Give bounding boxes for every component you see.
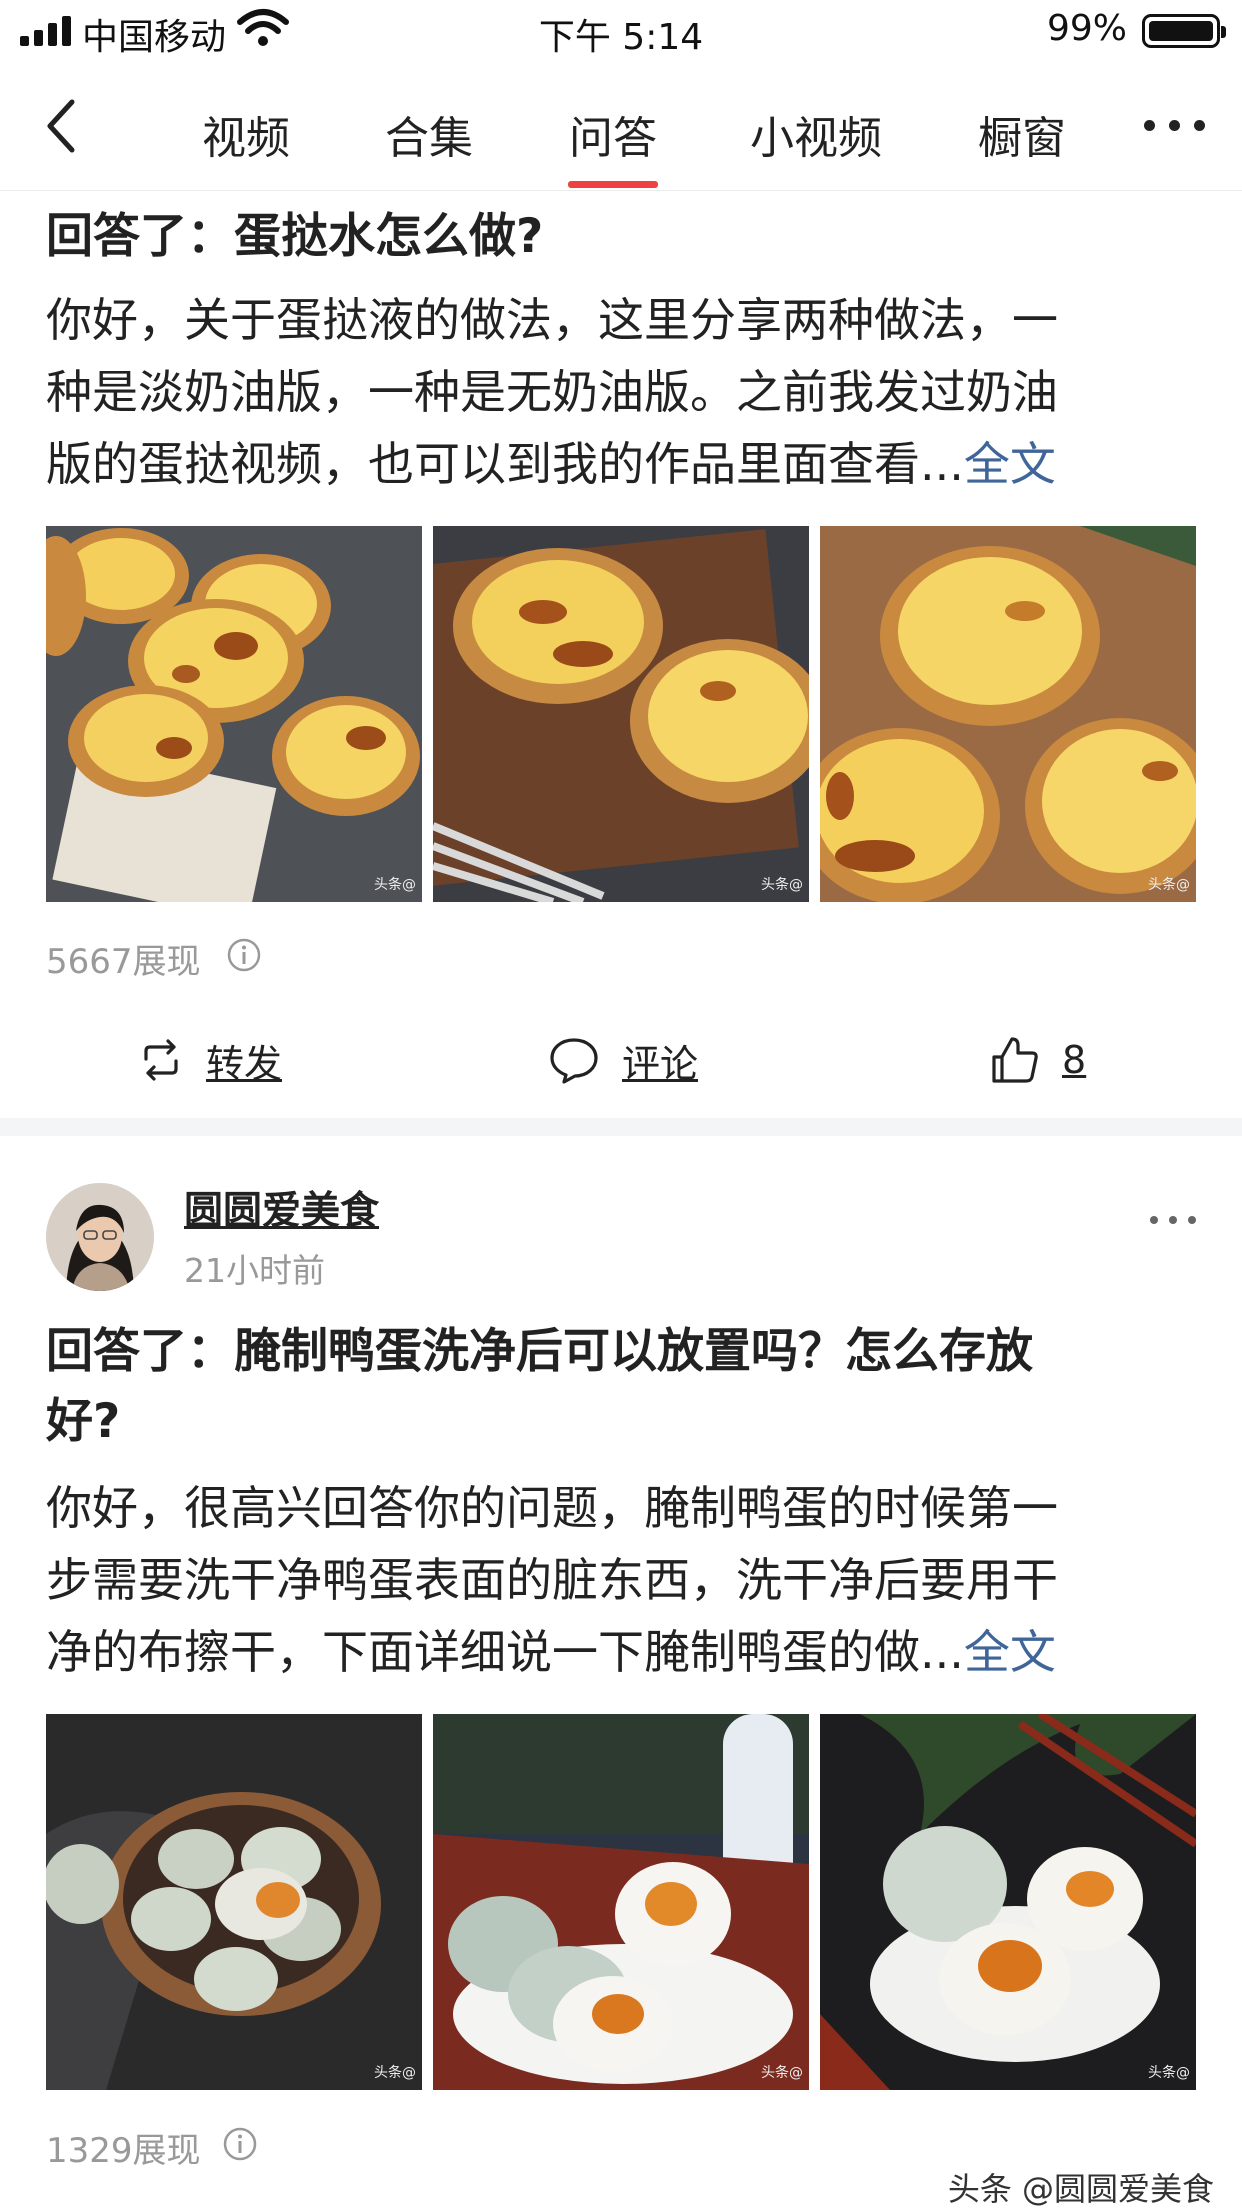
post-2-title-line: 好? <box>46 1394 121 1449</box>
post-1-body-line: 种是淡奶油版，一种是无奶油版。之前我发过奶油 <box>46 365 1058 419</box>
post-2-title-line: 回答了：腌制鸭蛋洗净后可以放置吗？怎么存放 <box>46 1324 1033 1379</box>
post-1-image-3[interactable]: 头条@ <box>820 526 1196 902</box>
post-2-image-grid: 头条@ 头条@ 头条@ <box>46 1714 1196 2090</box>
post-2-image-1[interactable]: 头条@ <box>46 1714 422 2090</box>
tab-videos[interactable]: 视频 <box>202 102 290 166</box>
tab-collections[interactable]: 合集 <box>385 102 473 166</box>
tab-qa[interactable]: 问答 <box>569 102 657 166</box>
battery-icon <box>1142 14 1226 48</box>
like-count: 8 <box>1062 1038 1087 1082</box>
post-1-image-2[interactable]: 头条@ <box>433 526 809 902</box>
post-2-image-2[interactable]: 头条@ <box>433 1714 809 2090</box>
more-icon[interactable] <box>1144 120 1206 132</box>
post-1-image-1[interactable]: 头条@ <box>46 526 422 902</box>
post-1-image-grid: 头条@ 头条@ 头条@ <box>46 526 1196 902</box>
post-2-title[interactable]: 回答了：腌制鸭蛋洗净后可以放置吗？怎么存放 好? <box>46 1317 1196 1457</box>
comment-label: 评论 <box>622 1041 699 1086</box>
status-bar: 中国移动 下午 5:14 99% <box>0 0 1242 62</box>
section-divider <box>0 1118 1242 1136</box>
post-2-full-text-link[interactable]: 全文 <box>964 1625 1056 1679</box>
tab-short-videos[interactable]: 小视频 <box>750 102 882 166</box>
like-button[interactable]: 8 <box>990 1020 1086 1100</box>
post-1-body[interactable]: 你好，关于蛋挞液的做法，这里分享两种做法，一 种是淡奶油版，一种是无奶油版。之前… <box>46 284 1206 500</box>
post-1-view-count: 5667展现 <box>46 942 201 982</box>
image-watermark: 头条@ <box>374 2065 416 2081</box>
share-icon <box>144 1039 178 1081</box>
comment-icon <box>550 1038 598 1084</box>
top-nav: 视频 合集 问答 小视频 橱窗 <box>0 62 1242 191</box>
page-watermark: 头条 @圆圆爱美食 <box>947 2170 1214 2208</box>
post-1-full-text-link[interactable]: 全文 <box>964 437 1056 491</box>
post-1-body-line: 你好，关于蛋挞液的做法，这里分享两种做法，一 <box>46 293 1058 347</box>
comment-button[interactable]: 评论 <box>548 1020 698 1100</box>
image-watermark: 头条@ <box>761 2065 803 2081</box>
image-watermark: 头条@ <box>1148 2065 1190 2081</box>
back-icon[interactable] <box>38 96 88 156</box>
image-watermark: 头条@ <box>761 877 803 893</box>
post-1-title[interactable]: 回答了：蛋挞水怎么做? <box>46 202 1196 272</box>
author-avatar[interactable] <box>46 1183 154 1291</box>
share-label: 转发 <box>206 1041 283 1086</box>
post-2-body-line: 净的布擦干，下面详细说一下腌制鸭蛋的做... <box>46 1625 964 1679</box>
post-2-body-line: 步需要洗干净鸭蛋表面的脏东西，洗干净后要用干 <box>46 1553 1058 1607</box>
post-1-actions: 转发 评论 8 <box>0 1020 1242 1100</box>
author-name[interactable]: 圆圆爱美食 <box>184 1180 379 1236</box>
post-time: 21小时前 <box>184 1251 325 1290</box>
info-icon[interactable] <box>222 2126 258 2162</box>
post-2-image-3[interactable]: 头条@ <box>820 1714 1196 2090</box>
image-watermark: 头条@ <box>374 877 416 893</box>
post-2-body-line: 你好，很高兴回答你的问题，腌制鸭蛋的时候第一 <box>46 1481 1058 1535</box>
post-1-body-line: 版的蛋挞视频，也可以到我的作品里面查看... <box>46 437 964 491</box>
share-button[interactable]: 转发 <box>138 1020 282 1100</box>
image-watermark: 头条@ <box>1148 877 1190 893</box>
active-tab-indicator <box>568 181 658 188</box>
info-icon[interactable] <box>226 937 262 973</box>
tab-showcase[interactable]: 橱窗 <box>978 102 1066 166</box>
post-2-view-count: 1329展现 <box>46 2131 201 2171</box>
post-more-icon[interactable] <box>1150 1216 1196 1226</box>
thumbs-up-icon <box>992 1037 1038 1083</box>
post-2-body[interactable]: 你好，很高兴回答你的问题，腌制鸭蛋的时候第一 步需要洗干净鸭蛋表面的脏东西，洗干… <box>46 1472 1206 1688</box>
battery-percent: 99% <box>1046 8 1127 49</box>
